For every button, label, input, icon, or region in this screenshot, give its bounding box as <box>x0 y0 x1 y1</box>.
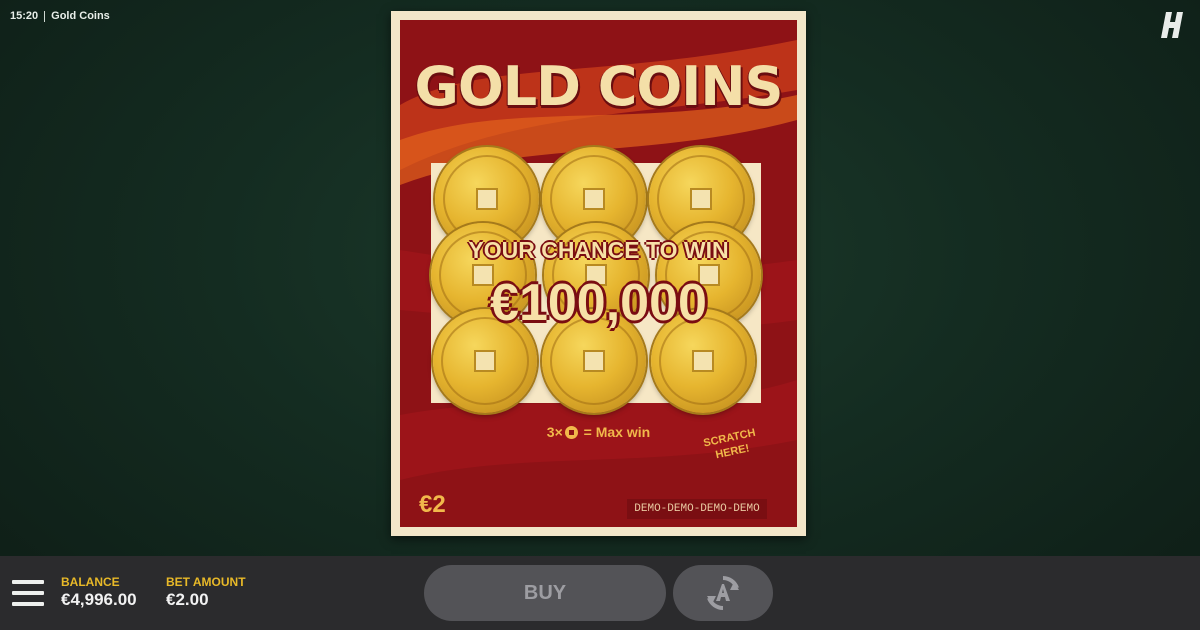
ticket-price: €2 <box>419 491 446 518</box>
coin-square-hole <box>583 350 605 372</box>
status-bar: 15:20 Gold Coins <box>10 8 110 24</box>
menu-bar <box>12 591 44 595</box>
brand-logo-icon <box>1161 12 1183 38</box>
menu-bar <box>12 602 44 606</box>
bet-amount-display[interactable]: BET AMOUNT €2.00 <box>166 576 246 611</box>
coin-square-hole <box>474 350 496 372</box>
coin-icon <box>564 426 578 439</box>
menu-bar <box>12 580 44 584</box>
bottom-control-bar: BALANCE €4,996.00 BET AMOUNT €2.00 BUY <box>0 556 1200 630</box>
balance-label: BALANCE <box>61 575 120 589</box>
autoplay-button[interactable] <box>673 565 773 621</box>
bet-amount-value: €2.00 <box>166 590 209 609</box>
rule-prefix: 3× <box>546 424 563 440</box>
coin-square-hole <box>583 188 605 210</box>
app-title: Gold Coins <box>51 10 110 22</box>
balance-value: €4,996.00 <box>61 590 137 609</box>
demo-label: DEMO-DEMO-DEMO-DEMO <box>627 499 767 519</box>
ticket-title: GOLD COINS <box>414 55 784 118</box>
hamburger-menu-icon[interactable] <box>12 580 44 606</box>
clock-time: 15:20 <box>10 10 39 22</box>
bet-amount-label: BET AMOUNT <box>166 575 246 589</box>
game-stage: 15:20 Gold Coins GOLD COINS YOUR CHANCE … <box>0 0 1200 630</box>
balance-display: BALANCE €4,996.00 <box>61 576 137 611</box>
coin-square-hole <box>692 350 714 372</box>
coin-square-hole <box>690 188 712 210</box>
coin-square-hole <box>476 188 498 210</box>
buy-button[interactable]: BUY <box>424 565 666 621</box>
promo-prize-amount: €100,000 <box>490 274 707 332</box>
scratch-ticket[interactable]: GOLD COINS YOUR CHANCE TO WIN €100,000 3… <box>391 11 806 536</box>
rule-suffix: = Max win <box>583 424 651 440</box>
status-separator <box>44 10 46 22</box>
promo-headline: YOUR CHANCE TO WIN <box>468 237 729 263</box>
autoplay-icon <box>707 576 739 610</box>
